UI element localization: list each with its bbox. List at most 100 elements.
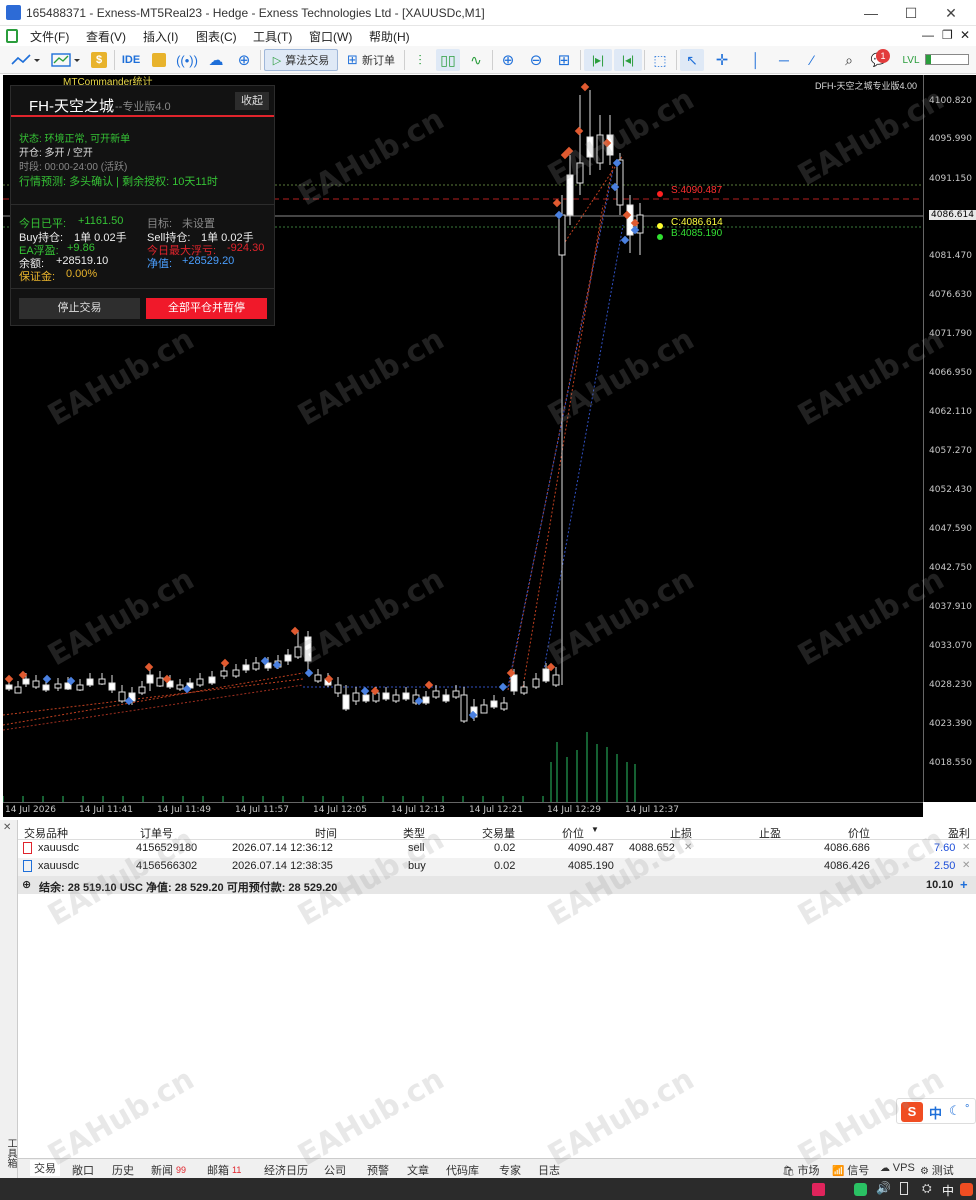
mdi-close[interactable]: ✕ <box>960 28 970 42</box>
menu-file[interactable]: 文件(F) <box>30 28 69 45</box>
search-icon[interactable]: ⌕ <box>838 49 860 71</box>
right-tab-icon: 🛍 <box>782 1166 798 1177</box>
remove-sl-icon[interactable]: ✕ <box>684 842 692 853</box>
right-tab-3[interactable]: ⚙ 测试 <box>920 1162 954 1178</box>
menu-view[interactable]: 查看(V) <box>86 28 126 45</box>
taskbar-app-icon[interactable] <box>812 1183 825 1196</box>
time-scale[interactable]: 14 Jul 2026 14 Jul 11:41 14 Jul 11:49 14 Ju… <box>3 802 923 817</box>
menu-charts[interactable]: 图表(C) <box>196 28 237 45</box>
right-tab-2[interactable]: ☁ VPS <box>880 1162 915 1174</box>
zoom-in-icon[interactable]: ⊕ <box>496 49 520 71</box>
globe-icon[interactable]: ⊕ <box>232 49 256 71</box>
table-row[interactable]: xauusdc 4156529180 2026.07.14 12:36:12 sell… <box>18 840 976 858</box>
right-tab-1[interactable]: 📶 信号 <box>832 1162 869 1178</box>
tab-0[interactable]: 交易 <box>30 1160 60 1176</box>
close-all-button[interactable]: 全部平仓并暂停 <box>146 298 267 319</box>
col-type[interactable]: 类型 <box>403 825 425 841</box>
sidebar-close-icon[interactable]: ✕ <box>3 822 11 833</box>
autoscroll-icon[interactable]: |▸| <box>584 49 612 71</box>
ide-button[interactable]: IDE <box>118 49 144 71</box>
trendline-icon[interactable]: ⁄ <box>800 49 824 71</box>
cell-order: 4156529180 <box>136 842 198 854</box>
vertical-line-icon[interactable]: │ <box>744 49 768 71</box>
market-icon[interactable] <box>148 49 170 71</box>
menu-tools[interactable]: 工具(T) <box>253 28 292 45</box>
col-price[interactable]: 价位 <box>562 825 584 841</box>
tab-2[interactable]: 历史 <box>112 1162 134 1178</box>
level-icon[interactable]: LVL <box>900 49 922 71</box>
minimize-button[interactable]: — <box>852 0 890 26</box>
toolbar: $ IDE ((•)) ☁ ⊕ ▷ 算法交易 ⊞ 新订单 ⫶ ▯▯ ∿ ⊕ ⊖ ⊞ … <box>0 46 976 74</box>
menu-insert[interactable]: 插入(I) <box>143 28 178 45</box>
candle-body <box>108 682 116 691</box>
price-scale[interactable]: 4100.820 4095.990 4091.150 4086.614 4081.470… <box>923 75 976 802</box>
battery-icon[interactable] <box>900 1182 908 1195</box>
col-profit[interactable]: 盈利 <box>948 825 970 841</box>
tab-9[interactable]: 代码库 <box>446 1162 479 1178</box>
toolbox-sidebar[interactable]: ✕ 工具箱 <box>0 820 18 1180</box>
volume-icon[interactable]: 🔊 <box>876 1181 891 1195</box>
tab-3[interactable]: 新闻 <box>151 1162 173 1178</box>
candle-body <box>500 702 508 710</box>
line-chart-icon[interactable]: ∿ <box>464 49 488 71</box>
cursor-icon[interactable]: ↖ <box>680 49 704 71</box>
close-button[interactable]: ✕ <box>932 0 970 26</box>
right-tab-0[interactable]: 🛍 市场 <box>782 1162 819 1178</box>
bar-chart-icon[interactable]: ⫶ <box>408 49 432 71</box>
level-progress <box>925 54 969 65</box>
tab-6[interactable]: 公司 <box>324 1162 346 1178</box>
ime-toolbar[interactable]: S 中 ☾ ° <box>896 1098 976 1124</box>
menu-help[interactable]: 帮助(H) <box>369 28 410 45</box>
cloud-icon[interactable]: ☁ <box>204 49 228 71</box>
screenshot-icon[interactable]: ⬚ <box>648 49 672 71</box>
taskbar: 🔊 ⛭ 中 <box>0 1178 976 1200</box>
tile-icon[interactable]: ⊞ <box>552 49 576 71</box>
tab-7[interactable]: 预警 <box>367 1162 389 1178</box>
candles-icon[interactable]: ▯▯ <box>436 49 460 71</box>
mdi-restore[interactable]: ❐ <box>942 28 953 42</box>
tab-5[interactable]: 经济日历 <box>264 1162 308 1178</box>
broadcast-icon[interactable]: ((•)) <box>176 49 198 71</box>
col-symbol[interactable]: 交易品种 <box>24 825 68 841</box>
wechat-icon[interactable] <box>854 1183 867 1196</box>
indicators-icon[interactable] <box>46 49 84 71</box>
table-row[interactable]: xauusdc 4156566302 2026.07.14 12:38:35 buy 0… <box>18 858 976 876</box>
price-label: 4057.270 <box>929 446 972 456</box>
col-sl[interactable]: 止损 <box>670 825 692 841</box>
new-order-button[interactable]: ⊞ 新订单 <box>342 49 400 71</box>
add-icon[interactable]: + <box>960 877 968 892</box>
maximize-button[interactable]: ☐ <box>892 0 930 26</box>
col-time[interactable]: 时间 <box>315 825 337 841</box>
tab-8[interactable]: 文章 <box>407 1162 429 1178</box>
signals-icon[interactable]: $ <box>88 49 110 71</box>
mdi-minimize[interactable]: — <box>922 28 934 42</box>
tab-4[interactable]: 邮箱 <box>207 1162 229 1178</box>
tab-1[interactable]: 敞口 <box>72 1162 94 1178</box>
app-menu-icon[interactable] <box>6 29 18 43</box>
network-icon[interactable]: ⛭ <box>922 1181 932 1196</box>
col-order[interactable]: 订单号 <box>140 825 173 841</box>
col-cur-price[interactable]: 价位 <box>848 825 870 841</box>
close-position-icon[interactable]: ✕ <box>962 860 970 871</box>
expand-icon[interactable]: ⊕ <box>22 878 31 891</box>
close-position-icon[interactable]: ✕ <box>962 842 970 853</box>
notifications-icon[interactable]: 💬1 <box>866 49 892 71</box>
tab-10[interactable]: 专家 <box>499 1162 521 1178</box>
taskbar-sogou-icon[interactable] <box>960 1183 973 1196</box>
col-tp[interactable]: 止盈 <box>759 825 781 841</box>
col-volume[interactable]: 交易量 <box>482 825 515 841</box>
tab-11[interactable]: 日志 <box>538 1162 560 1178</box>
zoom-out-icon[interactable]: ⊖ <box>524 49 548 71</box>
chart-shift-icon[interactable]: |◂| <box>614 49 642 71</box>
taskbar-ime[interactable]: 中 <box>942 1182 954 1199</box>
algo-trading-button[interactable]: ▷ 算法交易 <box>264 49 338 71</box>
panel-collapse-button[interactable]: 收起 <box>235 92 269 110</box>
horizontal-line-icon[interactable]: ─ <box>772 49 796 71</box>
menu-window[interactable]: 窗口(W) <box>309 28 352 45</box>
candle-body <box>86 678 94 686</box>
stop-trading-button[interactable]: 停止交易 <box>19 298 140 319</box>
chart-type-icon[interactable] <box>6 49 44 71</box>
new-order-label: 新订单 <box>361 55 395 67</box>
crosshair-icon[interactable]: ✛ <box>710 49 734 71</box>
right-tab-icon: ⚙ <box>920 1166 932 1177</box>
